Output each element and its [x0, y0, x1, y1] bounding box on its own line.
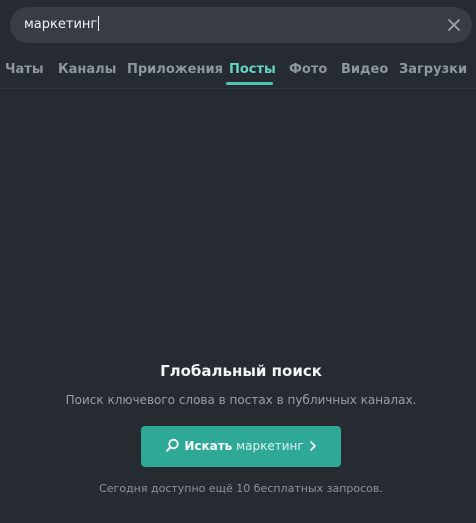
empty-state-title: Глобальный поиск — [160, 362, 322, 380]
text-caret — [98, 16, 100, 31]
search-input-value: маркетинг — [24, 17, 98, 32]
tab-downloads[interactable]: Загрузки — [399, 52, 467, 88]
tab-videos[interactable]: Видео — [341, 52, 388, 88]
tab-chats[interactable]: Чаты — [5, 52, 44, 88]
search-button-query: маркетинг — [236, 439, 304, 453]
close-icon — [448, 19, 460, 31]
chevron-right-icon — [309, 441, 316, 451]
active-tab-indicator — [226, 82, 273, 85]
tab-channels[interactable]: Каналы — [58, 52, 116, 88]
search-posts-button[interactable]: Искать маркетинг — [141, 426, 341, 467]
search-button-label: Искать — [184, 439, 233, 453]
search-icon — [166, 438, 180, 452]
search-tabs: Чаты Каналы Приложения Посты Фото Видео … — [0, 52, 476, 89]
empty-state-subtitle: Поиск ключевого слова в постах в публичн… — [65, 393, 417, 407]
tab-photos[interactable]: Фото — [289, 52, 327, 88]
tab-apps[interactable]: Приложения — [127, 52, 223, 88]
clear-search-button[interactable] — [444, 15, 464, 35]
search-bar[interactable]: маркетинг — [10, 7, 472, 43]
free-requests-note: Сегодня доступно ещё 10 бесплатных запро… — [99, 482, 383, 495]
search-input[interactable]: маркетинг — [24, 7, 100, 43]
